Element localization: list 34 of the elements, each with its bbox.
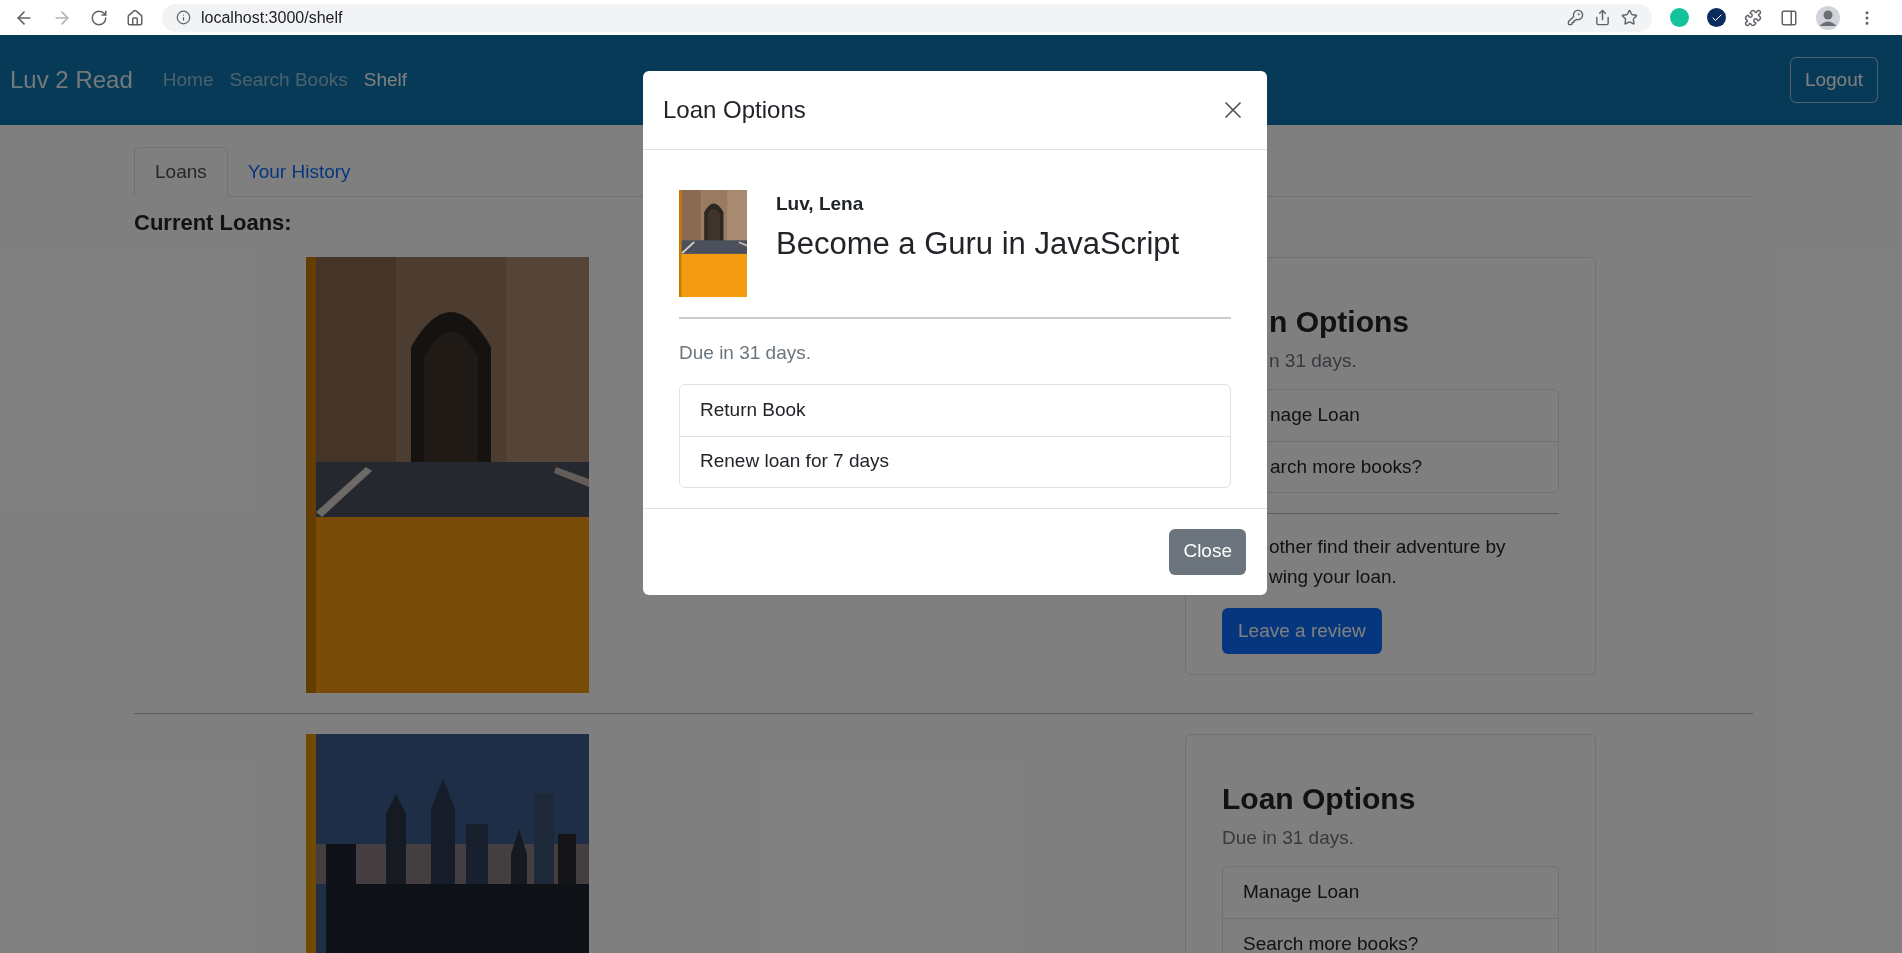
puzzle-icon[interactable] [1744,8,1762,27]
loan-action-item[interactable]: Return Book [680,384,1230,436]
star-icon[interactable] [1621,9,1638,26]
book-author: Luv, Lena [776,192,865,216]
card-title: Loan Options [1222,781,1417,817]
leave-review-button[interactable]: Leave a review [1222,608,1382,654]
due-text: Due in 31 days. [1222,825,1356,850]
key-icon[interactable] [1567,9,1584,26]
avatar-icon[interactable] [1816,5,1840,30]
address-bar[interactable]: localhost:3000/shelf [162,3,1652,32]
check-extension-icon[interactable] [1707,8,1726,27]
side-panel-icon[interactable] [1780,8,1798,27]
logout-button[interactable]: Logout [1789,57,1878,103]
brand-link[interactable]: Luv 2 Read [10,62,133,98]
renew-message: wing your loan. [1269,565,1398,589]
share-icon[interactable] [1594,9,1611,26]
section-title: Current Loans: [134,209,292,237]
tab[interactable]: Your History [227,147,371,197]
due-text: Due in 31 days. [679,341,813,365]
modal-title: Loan Options [663,95,806,125]
loan-action-item[interactable]: Renew loan for 7 days [680,435,1230,487]
home-icon[interactable] [126,8,144,27]
close-button[interactable]: Close [1169,528,1246,575]
loan-action-item[interactable]: Search more books? [1223,918,1558,953]
reload-icon[interactable] [90,8,108,27]
tab[interactable]: Loans [134,147,228,197]
info-icon[interactable] [176,10,191,25]
loan-action-item[interactable]: Manage Loan [1223,867,1558,918]
renew-message: other find their adventure by [1269,535,1507,559]
nav-link[interactable]: Shelf [363,65,408,95]
due-text: n 31 days. [1269,348,1358,373]
book-title: Become a Guru in JavaScript [776,224,1180,263]
url-text: localhost:3000/shelf [201,7,343,28]
card-title: n Options [1269,304,1410,340]
